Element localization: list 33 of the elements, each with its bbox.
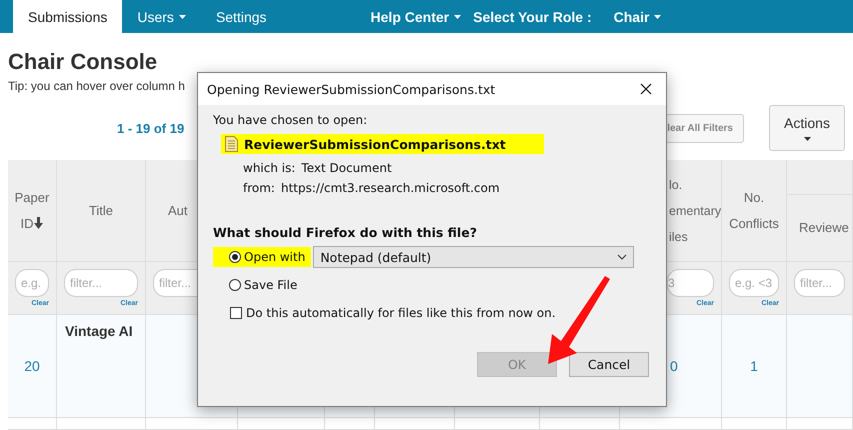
- file-name: ReviewerSubmissionComparisons.txt: [244, 136, 506, 152]
- tip-text: Tip: you can hover over column h: [8, 79, 185, 93]
- field-label: from:: [243, 181, 275, 195]
- filter-field[interactable]: e.g. <3: [729, 269, 779, 297]
- field-value: https://cmt3.research.microsoft.com: [280, 181, 500, 195]
- column-header[interactable]: Title: [88, 198, 114, 224]
- dialog-button[interactable]: Cancel: [569, 352, 649, 377]
- role-prompt-link[interactable]: Select Your Role :: [467, 0, 598, 33]
- nav-menu-link[interactable]: Chair: [608, 0, 668, 33]
- nav-tab[interactable]: Settings: [200, 0, 282, 33]
- nav-tab[interactable]: Submissions: [13, 0, 122, 33]
- pagination-text: 1 - 19 of 19: [117, 120, 184, 136]
- nav-menu-link[interactable]: Help Center: [364, 0, 468, 33]
- table-cell: 20: [8, 315, 57, 418]
- filter-field[interactable]: 3: [667, 269, 714, 297]
- column-header[interactable]: Aut: [168, 198, 188, 224]
- app-dropdown[interactable]: Notepad (default): [313, 246, 634, 268]
- table-cell: 1: [722, 315, 787, 418]
- nav-tab[interactable]: Users: [122, 0, 201, 33]
- dialog-question: What should Firefox do with this file?: [213, 225, 478, 240]
- field-value: Text Document: [301, 161, 392, 175]
- field-label: which is:: [243, 161, 296, 175]
- filter-field[interactable]: e.g.: [15, 269, 49, 297]
- column-header[interactable]: Reviewe: [799, 215, 849, 241]
- radio-option[interactable]: Open with: [213, 247, 312, 267]
- filter-field[interactable]: filter...: [794, 269, 845, 297]
- dialog-title: Opening ReviewerSubmissionComparisons.txt: [207, 82, 496, 96]
- actions-button[interactable]: Actions: [769, 105, 845, 151]
- table-cell: Vintage AI: [57, 315, 146, 418]
- filter-field[interactable]: filter...: [64, 269, 138, 297]
- checkbox-label[interactable]: Do this automatically for files like this from now on.: [246, 306, 556, 320]
- dialog-text: You have chosen to open:: [213, 113, 368, 127]
- page-title: Chair Console: [8, 49, 158, 75]
